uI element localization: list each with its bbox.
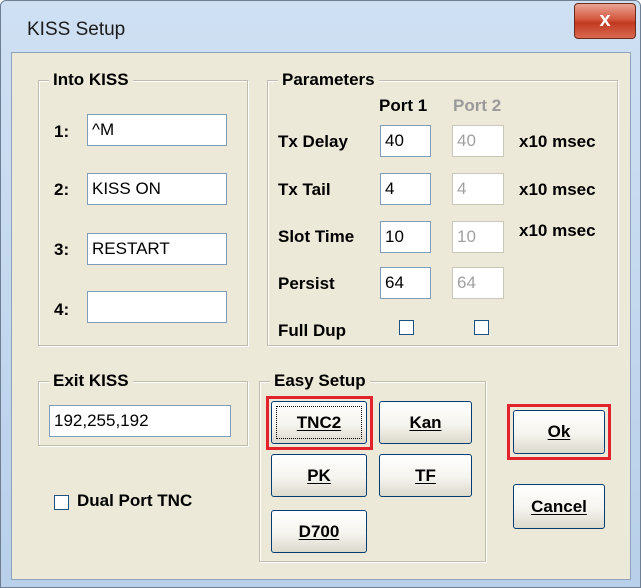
into-kiss-field-2[interactable]: KISS ON xyxy=(87,173,227,205)
full-dup-label: Full Dup xyxy=(278,321,346,340)
into-kiss-field-3[interactable]: RESTART xyxy=(87,233,227,265)
easy-setup-legend: Easy Setup xyxy=(270,371,370,391)
kan-button[interactable]: Kan xyxy=(379,401,472,444)
d700-label: D700 xyxy=(298,522,340,541)
into-kiss-label-4: 4: xyxy=(54,300,70,319)
window-title: KISS Setup xyxy=(27,19,126,40)
slot-time-label: Slot Time xyxy=(278,227,355,246)
into-kiss-label-3: 3: xyxy=(54,240,70,259)
into-kiss-label-2: 2: xyxy=(54,180,70,199)
slot-time-unit: x10 msec xyxy=(519,221,596,240)
kiss-setup-window: KISS Setup x Into KISS 1: ^M 2: KISS ON … xyxy=(0,0,641,588)
cancel-button[interactable]: Cancel xyxy=(513,484,605,529)
persist-label: Persist xyxy=(278,274,335,293)
exit-kiss-legend: Exit KISS xyxy=(49,371,133,391)
tx-delay-unit: x10 msec xyxy=(519,132,596,151)
parameters-legend: Parameters xyxy=(278,70,379,90)
tnc2-focus-outline xyxy=(276,406,362,439)
tnc2-button[interactable]: TNC2 xyxy=(271,401,367,444)
d700-button[interactable]: D700 xyxy=(271,510,367,553)
tx-tail-port1-field[interactable]: 4 xyxy=(380,173,431,205)
tx-delay-port2-field: 40 xyxy=(452,125,504,157)
tx-delay-label: Tx Delay xyxy=(278,132,348,151)
slot-time-port2-field: 10 xyxy=(452,221,504,253)
close-button[interactable]: x xyxy=(574,3,636,39)
full-dup-port1-checkbox[interactable] xyxy=(399,320,414,335)
into-kiss-field-1[interactable]: ^M xyxy=(87,114,227,146)
into-kiss-label-1: 1: xyxy=(54,122,70,141)
into-kiss-legend: Into KISS xyxy=(49,70,133,90)
into-kiss-field-4[interactable] xyxy=(87,291,227,323)
tf-button[interactable]: TF xyxy=(379,454,472,497)
parameters-group: Parameters xyxy=(267,70,618,346)
tx-tail-port2-field: 4 xyxy=(452,173,504,205)
ok-label: Ok xyxy=(547,422,571,441)
pk-button[interactable]: PK xyxy=(271,454,367,497)
pk-label: PK xyxy=(307,466,331,485)
tx-tail-unit: x10 msec xyxy=(519,180,596,199)
dialog-client-area: Into KISS 1: ^M 2: KISS ON 3: RESTART 4:… xyxy=(11,52,631,580)
persist-port2-field: 64 xyxy=(452,267,504,299)
kan-label: Kan xyxy=(409,413,442,432)
tf-label: TF xyxy=(415,466,436,485)
tx-tail-label: Tx Tail xyxy=(278,180,331,199)
port2-header: Port 2 xyxy=(453,96,502,115)
slot-time-port1-field[interactable]: 10 xyxy=(380,221,431,253)
dual-port-tnc-checkbox[interactable] xyxy=(54,495,69,510)
title-bar[interactable]: KISS Setup x xyxy=(1,1,640,56)
ok-button[interactable]: Ok xyxy=(513,410,605,454)
tx-delay-port1-field[interactable]: 40 xyxy=(380,125,431,157)
persist-port1-field[interactable]: 64 xyxy=(380,267,431,299)
close-icon: x xyxy=(599,9,611,31)
full-dup-port2-checkbox[interactable] xyxy=(474,320,489,335)
exit-kiss-field[interactable]: 192,255,192 xyxy=(49,405,231,437)
cancel-label: Cancel xyxy=(531,497,587,516)
port1-header: Port 1 xyxy=(379,96,428,115)
dual-port-tnc-label[interactable]: Dual Port TNC xyxy=(77,491,192,511)
